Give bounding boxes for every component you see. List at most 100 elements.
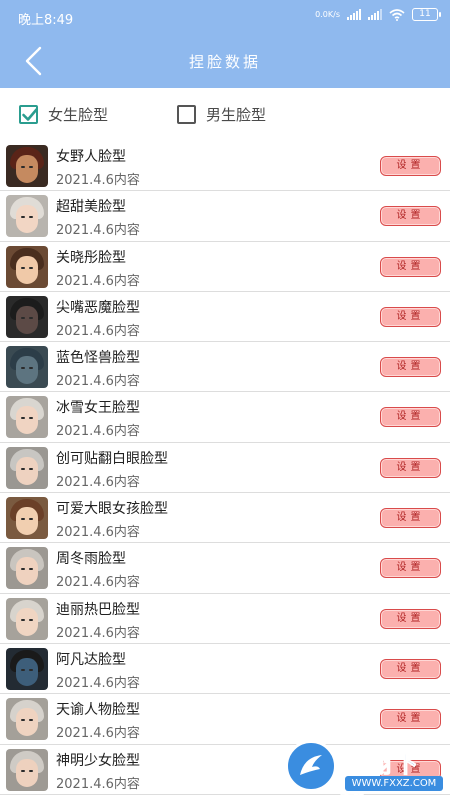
set-button[interactable]: 设置 xyxy=(380,709,441,730)
face-name: 女野人脸型 xyxy=(56,149,126,165)
signal-icon xyxy=(347,9,361,20)
set-button[interactable]: 设置 xyxy=(380,256,441,277)
face-subtitle: 2021.4.6内容 xyxy=(56,726,140,742)
set-button[interactable]: 设置 xyxy=(380,608,441,629)
gender-filter: 女生脸型 男生脸型 xyxy=(0,88,450,140)
avatar-eye xyxy=(29,467,33,470)
avatar-face xyxy=(16,657,38,686)
face-list-item: 创可贴翻白眼脸型 2021.4.6内容 设置 xyxy=(0,443,450,494)
avatar-face xyxy=(16,557,38,586)
face-list-item: 阿凡达脸型 2021.4.6内容 设置 xyxy=(0,644,450,695)
avatar-eye xyxy=(29,316,33,319)
female-face-label: 女生脸型 xyxy=(48,106,109,124)
face-name: 超甜美脸型 xyxy=(56,199,126,216)
avatar-eye xyxy=(29,668,33,671)
face-avatar xyxy=(6,597,48,640)
male-face-label: 男生脸型 xyxy=(206,106,267,124)
avatar-eye xyxy=(29,266,33,269)
face-list-item: 冰雪女王脸型 2021.4.6内容 设置 xyxy=(0,392,450,443)
avatar-face xyxy=(16,758,38,787)
status-bar: 晚上8:49 0.0K/s 11 xyxy=(0,0,450,34)
avatar-face xyxy=(16,305,38,334)
set-button[interactable]: 设置 xyxy=(380,306,441,327)
checkbox-unchecked-icon xyxy=(177,105,196,124)
set-button[interactable]: 设置 xyxy=(380,658,441,679)
avatar-eye xyxy=(21,769,25,772)
avatar-eye xyxy=(29,769,33,772)
face-name: 创可贴翻白眼脸型 xyxy=(56,450,168,467)
set-button[interactable]: 设置 xyxy=(380,457,441,478)
face-list-item: 蓝色怪兽脸型 2021.4.6内容 设置 xyxy=(0,342,450,393)
avatar-eye xyxy=(21,668,25,671)
avatar-eye xyxy=(29,367,33,370)
face-subtitle: 2021.4.6内容 xyxy=(56,374,140,390)
avatar-eye xyxy=(21,467,25,470)
avatar-eye xyxy=(21,166,25,168)
avatar-face xyxy=(16,406,38,435)
avatar-face xyxy=(16,255,38,284)
set-button[interactable]: 设置 xyxy=(380,206,441,227)
face-subtitle: 2021.4.6内容 xyxy=(56,776,140,792)
set-button[interactable]: 设置 xyxy=(380,407,441,428)
avatar-eye xyxy=(29,618,33,621)
face-avatar xyxy=(6,748,48,791)
face-name: 神明少女脸型 xyxy=(56,752,140,769)
status-icons: 0.0K/s 11 xyxy=(315,8,441,21)
avatar-eye xyxy=(29,166,33,168)
face-list-item: 天谕人物脸型 2021.4.6内容 设置 xyxy=(0,694,450,745)
watermark-logo-icon xyxy=(285,740,337,792)
face-list-item: 关晓彤脸型 2021.4.6内容 设置 xyxy=(0,242,450,292)
face-name: 周冬雨脸型 xyxy=(56,551,126,568)
title-bar: 捏脸数据 xyxy=(0,34,450,88)
avatar-eye xyxy=(21,618,25,621)
face-avatar xyxy=(6,446,48,489)
face-avatar xyxy=(6,346,48,389)
face-avatar xyxy=(6,647,48,690)
face-subtitle: 2021.4.6内容 xyxy=(56,323,140,339)
face-name: 蓝色怪兽脸型 xyxy=(56,350,140,367)
network-speed: 0.0K/s xyxy=(315,10,340,19)
face-avatar xyxy=(6,195,48,238)
face-avatar xyxy=(6,396,48,439)
face-name: 尖嘴恶魔脸型 xyxy=(56,299,140,316)
face-list-item: 迪丽热巴脸型 2021.4.6内容 设置 xyxy=(0,594,450,644)
face-list-item: 超甜美脸型 2021.4.6内容 设置 xyxy=(0,191,450,242)
wifi-icon xyxy=(389,8,405,21)
face-avatar xyxy=(6,245,48,288)
face-avatar xyxy=(6,295,48,338)
avatar-face xyxy=(16,507,38,536)
signal-icon-2 xyxy=(368,9,382,20)
female-face-checkbox[interactable]: 女生脸型 xyxy=(19,104,108,125)
face-subtitle: 2021.4.6内容 xyxy=(56,675,140,691)
watermark-text: 飞翔下载 xyxy=(340,750,421,800)
avatar-face xyxy=(16,456,38,485)
face-name: 迪丽热巴脸型 xyxy=(56,601,140,618)
set-button[interactable]: 设置 xyxy=(380,156,441,176)
face-subtitle: 2021.4.6内容 xyxy=(56,474,140,490)
battery-icon: 11 xyxy=(412,8,441,21)
face-avatar xyxy=(6,698,48,741)
avatar-eye xyxy=(29,518,33,521)
face-subtitle: 2021.4.6内容 xyxy=(56,625,140,641)
face-name: 可爱大眼女孩脸型 xyxy=(56,501,168,518)
avatar-eye xyxy=(21,266,25,269)
male-face-checkbox[interactable]: 男生脸型 xyxy=(177,104,266,125)
face-name: 天谕人物脸型 xyxy=(56,702,140,719)
face-list-item: 女野人脸型 2021.4.6内容 设置 xyxy=(0,141,450,192)
set-button[interactable]: 设置 xyxy=(380,558,441,579)
avatar-eye xyxy=(21,518,25,521)
face-avatar xyxy=(6,145,48,187)
avatar-face xyxy=(16,205,38,234)
set-button[interactable]: 设置 xyxy=(380,357,441,378)
face-avatar xyxy=(6,497,48,540)
watermark-url: WWW.FXXZ.COM xyxy=(345,776,443,791)
face-subtitle: 2021.4.6内容 xyxy=(56,273,140,289)
page-title: 捏脸数据 xyxy=(188,53,261,71)
set-button[interactable]: 设置 xyxy=(380,508,441,529)
avatar-face xyxy=(16,708,38,737)
avatar-face xyxy=(16,607,38,636)
face-subtitle: 2021.4.6内容 xyxy=(56,424,140,440)
avatar-face xyxy=(16,155,38,183)
face-subtitle: 2021.4.6内容 xyxy=(56,223,140,239)
avatar-face xyxy=(16,356,38,385)
